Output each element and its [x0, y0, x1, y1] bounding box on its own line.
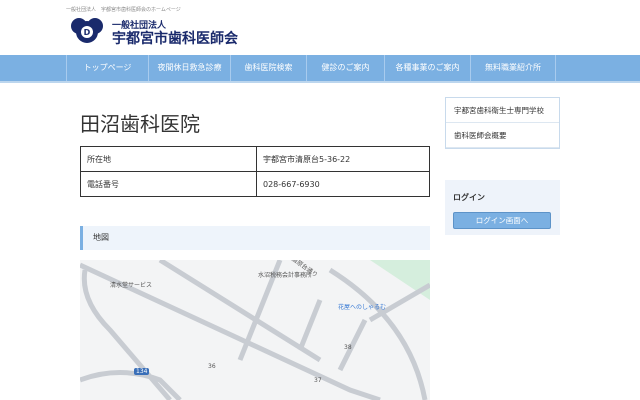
login-title: ログイン [453, 193, 485, 202]
page-title: 田沼歯科医院 [80, 112, 200, 136]
nav-top[interactable]: トップページ [66, 55, 148, 81]
row-value: 028-667-6930 [256, 171, 430, 197]
sidebar-links: 宇都宮歯科衛生士専門学校 歯科医師会概要 [445, 97, 560, 149]
map-label: 花屋へのしゃるむ [338, 304, 387, 311]
map-heading: 地図 [80, 226, 430, 250]
nav-clinic-search[interactable]: 歯科医院検索 [230, 55, 306, 81]
map-label: 清水堂サービス [110, 282, 153, 289]
nav-projects[interactable]: 各種事業のご案内 [384, 55, 470, 81]
row-value: 宇都宮市清原台5-36-22 [256, 146, 430, 172]
route-badge: 134 [134, 368, 150, 375]
table-row: 所在地 宇都宮市清原台5-36-22 [80, 146, 430, 172]
row-label: 電話番号 [80, 171, 257, 197]
sidebar-link-overview[interactable]: 歯科医師会概要 [446, 123, 559, 148]
nav-jobs[interactable]: 無料職業紹介所 [470, 55, 556, 81]
map-label: 37 [314, 377, 322, 384]
main-nav: トップページ 夜間休日救急診療 歯科医院検索 健診のご案内 各種事業のご案内 無… [0, 55, 640, 83]
nav-emergency[interactable]: 夜間休日救急診療 [148, 55, 230, 81]
sidebar-link-school[interactable]: 宇都宮歯科衛生士専門学校 [446, 98, 559, 123]
login-button[interactable]: ログイン画面へ [453, 212, 551, 229]
svg-text:D: D [84, 28, 91, 37]
tagline: 一般社団法人 宇都宮市歯科医師会のホームページ [66, 7, 181, 13]
map-label: 38 [344, 344, 352, 351]
nav-checkup[interactable]: 健診のご案内 [306, 55, 384, 81]
map-label: 36 [208, 363, 216, 370]
map[interactable]: 水沼税務会計事務所 清水堂サービス 清原台通り 花屋へのしゃるむ 38 36 3… [80, 260, 430, 400]
login-box: ログイン ログイン画面へ [445, 180, 560, 235]
org-name[interactable]: 宇都宮市歯科医師会 [112, 28, 238, 48]
table-row: 電話番号 028-667-6930 [80, 171, 430, 197]
row-label: 所在地 [80, 146, 257, 172]
info-table: 所在地 宇都宮市清原台5-36-22 電話番号 028-667-6930 [80, 146, 430, 197]
logo-icon[interactable]: D [70, 16, 104, 44]
